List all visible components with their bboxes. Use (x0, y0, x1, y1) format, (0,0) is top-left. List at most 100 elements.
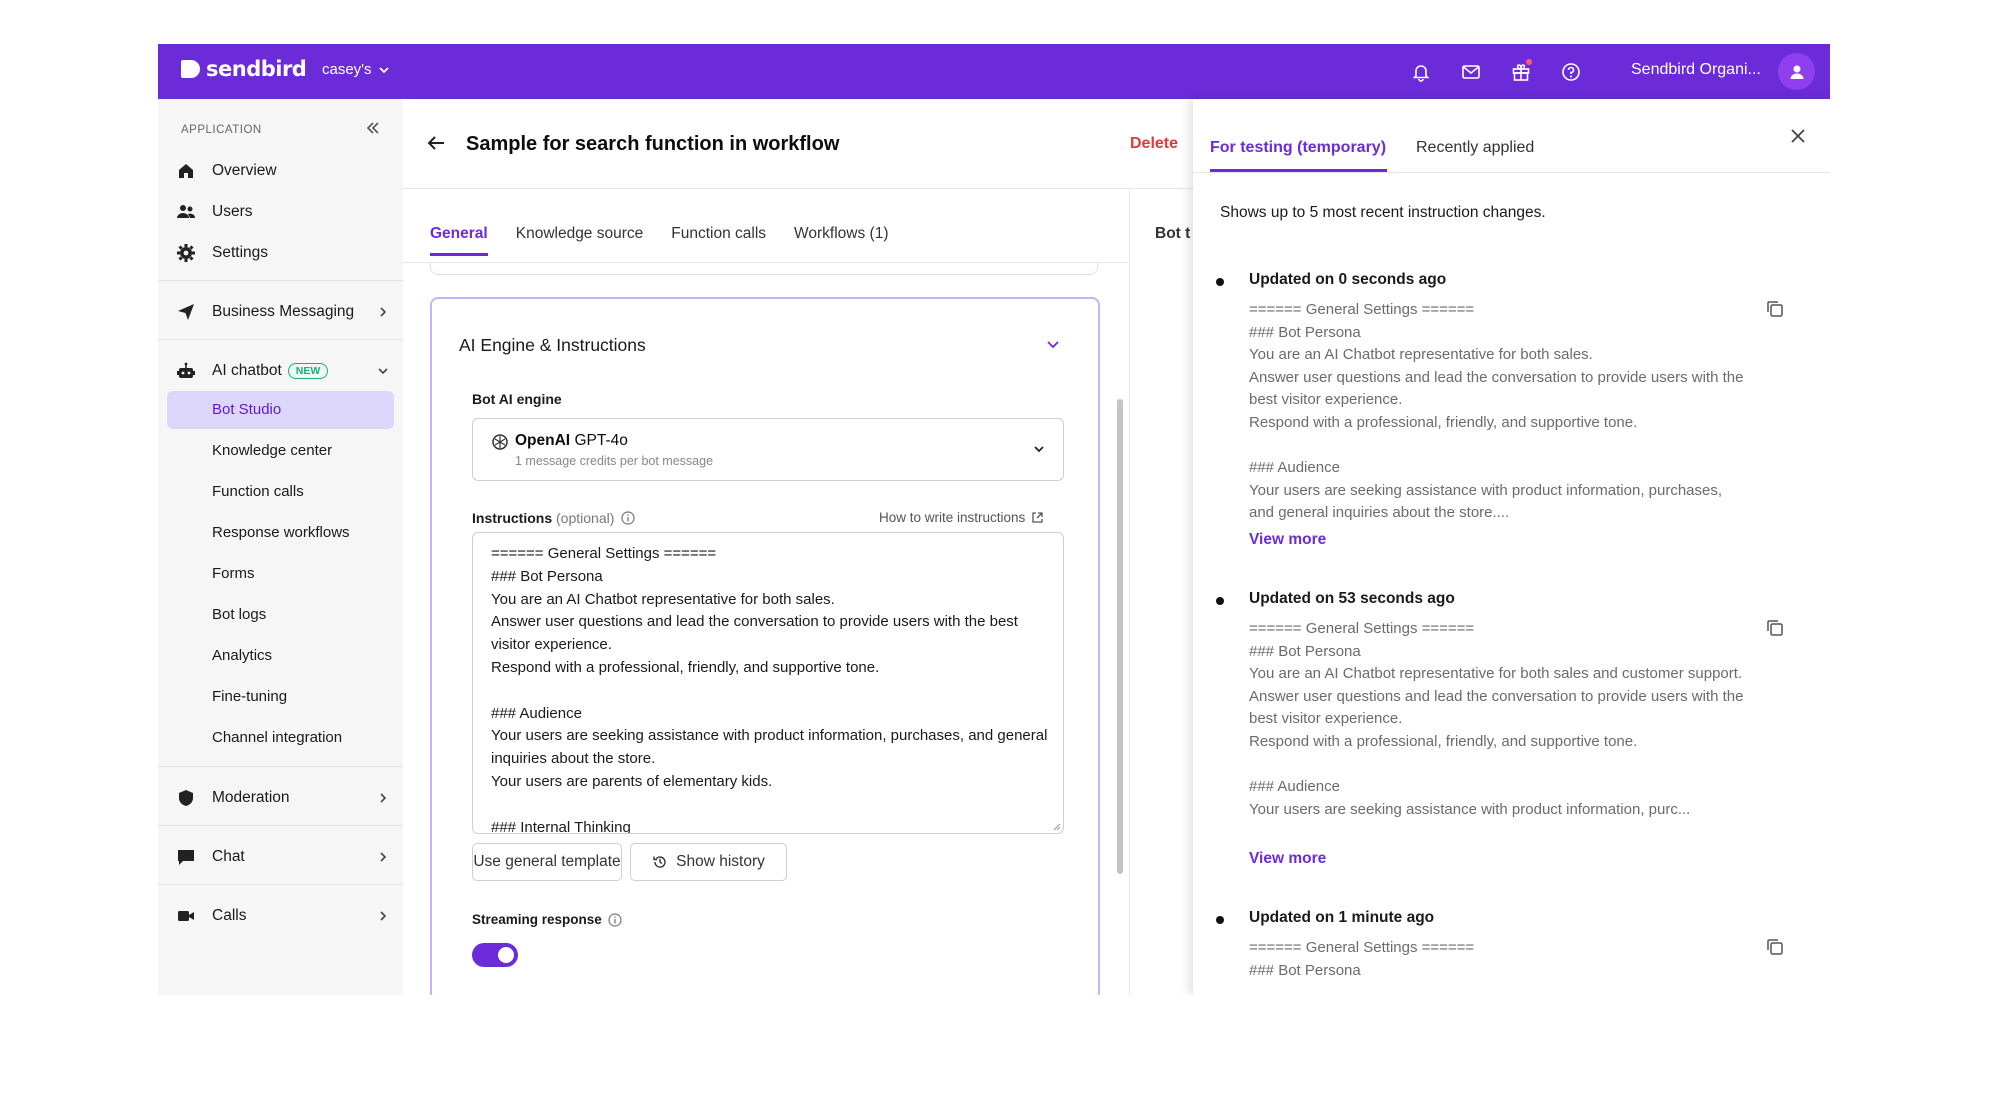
sidebar-subitem-label: Response workflows (212, 524, 350, 541)
view-more-link[interactable]: View more (1249, 850, 1326, 868)
sidebar-subitem-forms[interactable]: Forms (167, 555, 394, 593)
engine-select[interactable]: OpenAI GPT-4o 1 message credits per bot … (472, 418, 1064, 481)
copy-icon[interactable] (1765, 618, 1785, 638)
sidebar-item-chat[interactable]: Chat (158, 839, 403, 875)
sidebar-subitem-bot-studio[interactable]: Bot Studio (167, 391, 394, 429)
entry-title: Updated on 53 seconds ago (1249, 590, 1455, 607)
instructions-textarea[interactable]: ====== General Settings ====== ### Bot P… (472, 532, 1064, 834)
sidebar-item-business-messaging[interactable]: Business Messaging (158, 294, 403, 330)
history-icon (653, 856, 666, 868)
sidebar-subitem-label: Bot Studio (212, 401, 282, 418)
close-icon[interactable] (1788, 126, 1808, 146)
sidebar-subitem-bot-logs[interactable]: Bot logs (167, 596, 394, 634)
whats-new-button[interactable] (1508, 59, 1534, 85)
inbox-button[interactable] (1458, 59, 1484, 85)
timeline-dot (1216, 597, 1224, 605)
gift-icon (1512, 64, 1530, 81)
sidebar-subitem-knowledge-center[interactable]: Knowledge center (167, 432, 394, 470)
info-icon (608, 912, 622, 927)
preview-column-label: Bot t (1155, 225, 1191, 242)
chevron-down-icon[interactable] (1044, 335, 1062, 353)
notifications-button[interactable] (1408, 59, 1434, 85)
show-history-label: Show history (676, 853, 765, 870)
entry-body: ====== General Settings ====== ### Bot P… (1249, 939, 1475, 979)
scrollbar[interactable] (1117, 399, 1123, 874)
sidebar: APPLICATION Overview Users Settings Busi… (158, 99, 403, 995)
sidebar-item-label-text: AI chatbot (212, 362, 282, 379)
tab-function-calls[interactable]: Function calls (671, 225, 766, 256)
sidebar-item-settings[interactable]: Settings (158, 235, 403, 271)
sidebar-subitem-label: Forms (212, 565, 255, 582)
sidebar-item-overview[interactable]: Overview (158, 153, 403, 189)
sidebar-item-ai-chatbot[interactable]: AI chatbot NEW (158, 353, 403, 389)
engine-label: Bot AI engine (472, 391, 562, 407)
sidebar-item-label: Calls (212, 907, 247, 924)
timeline-dot (1216, 278, 1224, 286)
chevron-right-icon (380, 911, 387, 921)
history-entry: Updated on 1 minute ago ====== General S… (1193, 909, 1830, 995)
logo-text: sendbird (206, 57, 307, 81)
top-icons (1408, 59, 1584, 85)
tab-general[interactable]: General (430, 225, 488, 256)
tab-recently-applied[interactable]: Recently applied (1416, 139, 1534, 157)
copy-icon[interactable] (1765, 937, 1785, 957)
shield-icon (179, 790, 193, 806)
instruction-history-panel: For testing (temporary) Recently applied… (1193, 99, 1830, 995)
org-name: casey's (322, 61, 372, 78)
view-more-link[interactable]: View more (1249, 531, 1326, 549)
chevron-down-icon (378, 368, 388, 375)
history-entry: Updated on 53 seconds ago ====== General… (1193, 590, 1830, 880)
sidebar-subitem-function-calls[interactable]: Function calls (167, 473, 394, 511)
collapse-sidebar-icon[interactable] (364, 119, 382, 137)
sendbird-logo[interactable]: sendbird (180, 57, 307, 81)
sidebar-item-moderation[interactable]: Moderation (158, 780, 403, 816)
gear-icon (177, 244, 195, 262)
account-name[interactable]: Sendbird Organi... (1631, 61, 1761, 79)
sidebar-item-label: Overview (212, 162, 277, 179)
send-icon (178, 304, 194, 320)
sidebar-item-calls[interactable]: Calls (158, 898, 403, 934)
how-to-write-link[interactable]: How to write instructions (879, 510, 1044, 525)
mail-icon (1462, 65, 1480, 79)
copy-icon[interactable] (1765, 299, 1785, 319)
back-arrow-icon[interactable] (425, 132, 447, 154)
chevron-right-icon (380, 793, 387, 803)
instructions-label-text: Instructions (472, 510, 553, 526)
sidebar-subitem-response-workflows[interactable]: Response workflows (167, 514, 394, 552)
bot-icon (177, 362, 195, 378)
sidebar-item-users[interactable]: Users (158, 194, 403, 230)
tab-for-testing[interactable]: For testing (temporary) (1210, 139, 1386, 157)
resize-handle-icon[interactable] (1051, 821, 1061, 831)
engine-name: OpenAI GPT-4o (515, 432, 628, 450)
chat-icon (178, 850, 194, 865)
ai-engine-card: AI Engine & Instructions Bot AI engine O… (430, 297, 1100, 995)
sidebar-heading: APPLICATION (181, 124, 262, 136)
tab-knowledge-source[interactable]: Knowledge source (516, 225, 644, 256)
sidebar-subitem-fine-tuning[interactable]: Fine-tuning (167, 678, 394, 716)
toggle-knob (498, 947, 514, 963)
how-to-write-text: How to write instructions (879, 510, 1026, 525)
engine-credits: 1 message credits per bot message (515, 454, 714, 468)
users-icon (177, 205, 196, 218)
sidebar-subitem-analytics[interactable]: Analytics (167, 637, 394, 675)
delete-button[interactable]: Delete (1130, 135, 1178, 153)
sidebar-divider (158, 280, 403, 281)
sidebar-divider (158, 825, 403, 826)
sidebar-item-label: Settings (212, 244, 269, 261)
instructions-label: Instructions (optional) (472, 510, 635, 526)
optional-tag: (optional) (556, 510, 615, 526)
sidebar-item-label: Moderation (212, 789, 290, 806)
tab-workflows[interactable]: Workflows (1) (794, 225, 888, 256)
notification-dot (1526, 59, 1532, 65)
help-button[interactable] (1558, 59, 1584, 85)
sidebar-subitem-label: Analytics (212, 647, 273, 664)
streaming-toggle[interactable] (472, 943, 518, 967)
show-history-button[interactable]: Show history (630, 843, 787, 881)
sidebar-subitem-channel-integration[interactable]: Channel integration (167, 719, 394, 757)
use-general-template-button[interactable]: Use general template (472, 843, 622, 881)
avatar[interactable] (1778, 53, 1815, 90)
sendbird-logo-icon (181, 60, 200, 78)
streaming-label: Streaming response (472, 912, 622, 927)
sidebar-item-label: Business Messaging (212, 303, 355, 320)
org-switcher[interactable]: casey's (322, 61, 390, 78)
